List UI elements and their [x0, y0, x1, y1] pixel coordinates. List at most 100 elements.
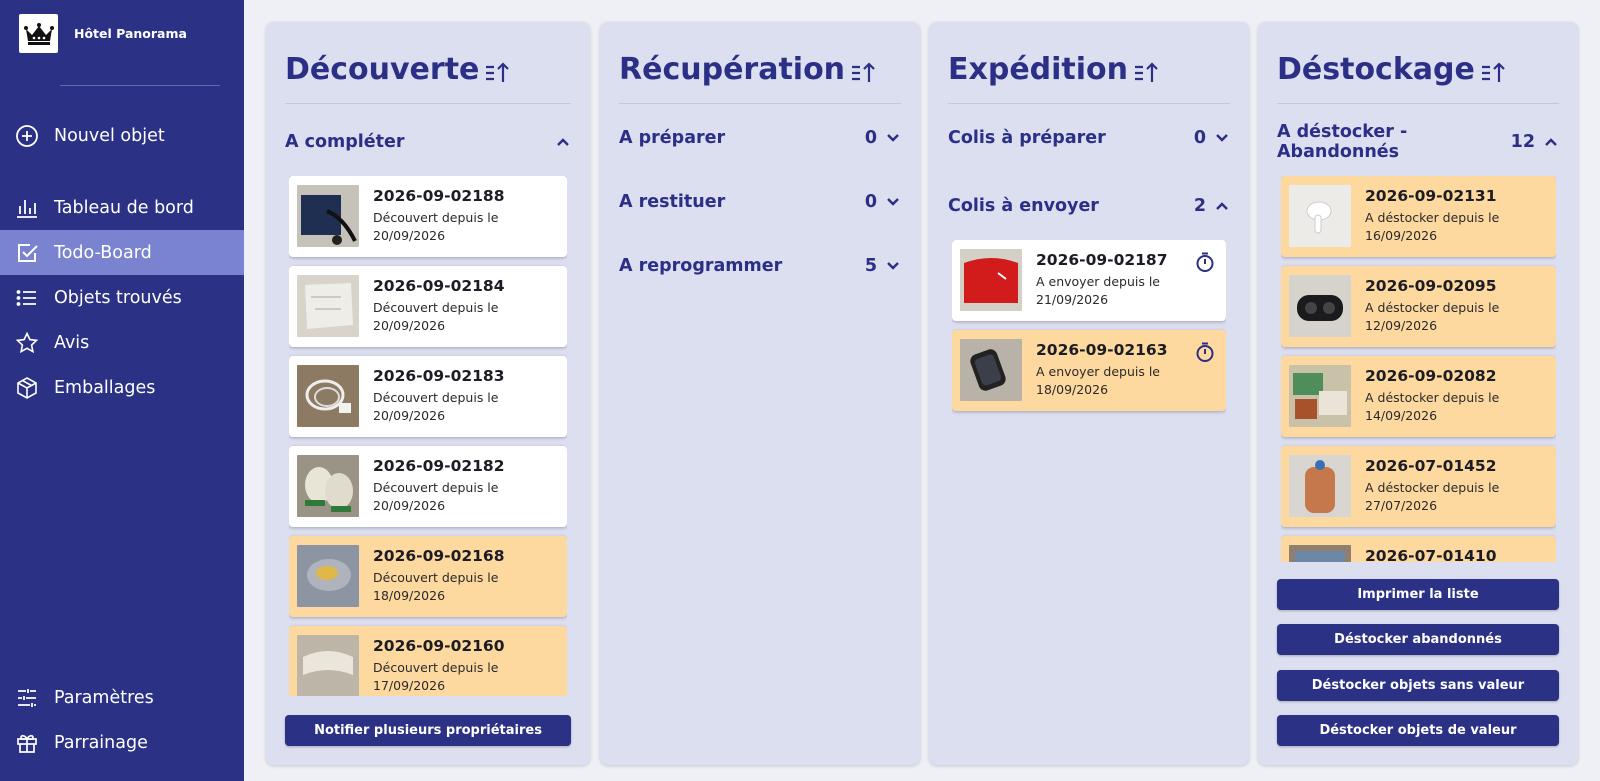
column-expedition: Expédition Colis à préparer 0 Colis à en… — [929, 22, 1249, 765]
object-date: 18/09/2026 — [1036, 382, 1109, 397]
object-card[interactable]: 2026-09-02095 A déstocker depuis le 12/09/… — [1281, 266, 1556, 347]
sidebar-item-new-object[interactable]: Nouvel objet — [0, 113, 244, 158]
sidebar-item-reviews[interactable]: Avis — [0, 320, 244, 365]
object-card[interactable]: 2026-09-02183 Découvert depuis le 20/09/20… — [289, 356, 567, 437]
sidebar-item-label: Tableau de bord — [54, 197, 194, 218]
column-recuperation: Récupération A préparer 0 A restituer 0 … — [600, 22, 920, 765]
object-id: 2026-09-02188 — [373, 187, 505, 205]
object-photo — [297, 545, 359, 607]
sort-icon[interactable] — [850, 60, 876, 86]
object-card[interactable]: 2026-09-02184 Découvert depuis le 20/09/20… — [289, 266, 567, 347]
object-date: 16/09/2026 — [1365, 228, 1438, 243]
section-a-restituer[interactable]: A restituer 0 — [619, 190, 901, 214]
object-date: 17/09/2026 — [373, 678, 446, 693]
card-list: 2026-09-02131 A déstocker depuis le 16/09/… — [1281, 176, 1556, 562]
object-date: 21/09/2026 — [1036, 292, 1109, 307]
section-a-preparer[interactable]: A préparer 0 — [619, 126, 901, 150]
column-title: Récupération — [619, 52, 846, 87]
chevron-down-icon[interactable] — [885, 194, 901, 210]
crown-icon — [19, 14, 58, 53]
stopwatch-icon — [1196, 252, 1214, 272]
object-photo — [1289, 365, 1351, 427]
notify-owners-button[interactable]: Notifier plusieurs propriétaires — [285, 715, 571, 746]
sort-icon[interactable] — [1133, 60, 1159, 86]
section-label: A restituer — [619, 192, 726, 212]
sidebar-divider — [60, 85, 220, 86]
section-count: 0 — [864, 128, 877, 148]
sort-icon[interactable] — [1480, 60, 1506, 86]
column-header: Déstockage — [1277, 50, 1559, 104]
sidebar-item-label: Todo-Board — [54, 242, 152, 263]
sidebar-item-dashboard[interactable]: Tableau de bord — [0, 185, 244, 230]
object-status-text: Découvert depuis le — [373, 660, 499, 675]
section-label: A compléter — [285, 132, 405, 152]
object-photo — [1289, 275, 1351, 337]
object-card[interactable]: 2026-09-02160 Découvert depuis le 17/09/20… — [289, 626, 567, 696]
object-card[interactable]: 2026-09-02163 A envoyer depuis le 18/09/20… — [952, 330, 1226, 411]
sort-icon[interactable] — [484, 60, 510, 86]
object-id: 2026-09-02082 — [1365, 367, 1497, 385]
brand[interactable]: Hôtel Panorama — [19, 14, 187, 53]
star-icon — [15, 331, 39, 353]
object-status-text: Découvert depuis le — [373, 480, 499, 495]
object-photo — [1289, 185, 1351, 247]
gift-icon — [17, 734, 37, 753]
object-card[interactable]: 2026-07-01452 A déstocker depuis le 27/07/… — [1281, 446, 1556, 527]
sidebar-item-referral[interactable]: Parrainage — [0, 720, 244, 765]
object-id: 2026-09-02168 — [373, 547, 505, 565]
chevron-down-icon[interactable] — [1214, 130, 1230, 146]
section-label: A préparer — [619, 128, 726, 148]
destock-valuable-button[interactable]: Déstocker objets de valeur — [1277, 715, 1559, 746]
object-photo — [297, 185, 359, 247]
section-count: 0 — [864, 192, 877, 212]
sidebar-item-packaging[interactable]: Emballages — [0, 365, 244, 410]
object-id: 2026-09-02095 — [1365, 277, 1497, 295]
object-date: 20/09/2026 — [373, 318, 446, 333]
object-card[interactable]: 2026-09-02131 A déstocker depuis le 16/09/… — [1281, 176, 1556, 257]
column-title: Découverte — [285, 52, 480, 87]
chevron-up-icon[interactable] — [555, 134, 571, 150]
section-a-completer[interactable]: A compléter — [285, 130, 571, 154]
sidebar: Hôtel Panorama Nouvel objet Tableau de b… — [0, 0, 244, 781]
object-status-text: A déstocker depuis le — [1365, 390, 1500, 405]
chevron-up-icon[interactable] — [1543, 134, 1559, 150]
object-card[interactable]: 2026-09-02187 A envoyer depuis le 21/09/20… — [952, 240, 1226, 321]
chevron-up-icon[interactable] — [1214, 198, 1230, 214]
section-label: A reprogrammer — [619, 256, 783, 276]
object-card[interactable]: 2026-09-02188 Découvert depuis le 20/09/20… — [289, 176, 567, 257]
object-id: 2026-07-01452 — [1365, 457, 1497, 475]
object-id: 2026-09-02183 — [373, 367, 505, 385]
object-date: 20/09/2026 — [373, 228, 446, 243]
card-list: 2026-09-02187 A envoyer depuis le 21/09/20… — [952, 240, 1226, 430]
section-colis-a-preparer[interactable]: Colis à préparer 0 — [948, 126, 1230, 150]
chevron-down-icon[interactable] — [885, 258, 901, 274]
section-count: 2 — [1193, 196, 1206, 216]
object-card[interactable]: 2026-07-01410 — [1281, 536, 1556, 562]
sidebar-item-settings[interactable]: Paramètres — [0, 675, 244, 720]
print-list-button[interactable]: Imprimer la liste — [1277, 579, 1559, 610]
bar-chart-icon — [17, 199, 37, 218]
object-card[interactable]: 2026-09-02082 A déstocker depuis le 14/09/… — [1281, 356, 1556, 437]
object-status-text: A envoyer depuis le — [1036, 364, 1160, 379]
object-card[interactable]: 2026-09-02182 Découvert depuis le 20/09/20… — [289, 446, 567, 527]
object-status-text: A envoyer depuis le — [1036, 274, 1160, 289]
sidebar-item-todo-board[interactable]: Todo-Board — [0, 230, 244, 275]
sidebar-item-label: Avis — [54, 332, 90, 353]
box-icon — [17, 376, 37, 399]
object-date: 12/09/2026 — [1365, 318, 1438, 333]
column-header: Récupération — [619, 50, 901, 104]
sidebar-item-label: Nouvel objet — [54, 125, 165, 146]
object-id: 2026-09-02163 — [1036, 341, 1168, 359]
destock-abandoned-button[interactable]: Déstocker abandonnés — [1277, 624, 1559, 655]
section-a-reprogrammer[interactable]: A reprogrammer 5 — [619, 254, 901, 278]
column-title: Expédition — [948, 52, 1129, 87]
sidebar-item-found-objects[interactable]: Objets trouvés — [0, 275, 244, 320]
object-card[interactable]: 2026-09-02168 Découvert depuis le 18/09/20… — [289, 536, 567, 617]
chevron-down-icon[interactable] — [885, 130, 901, 146]
section-label: A déstocker - Abandonnés — [1277, 122, 1408, 162]
object-id: 2026-09-02184 — [373, 277, 505, 295]
destock-no-value-button[interactable]: Déstocker objets sans valeur — [1277, 670, 1559, 701]
section-a-destocker[interactable]: A déstocker - Abandonnés 12 — [1277, 122, 1559, 162]
sidebar-item-label: Paramètres — [54, 687, 154, 708]
section-colis-a-envoyer[interactable]: Colis à envoyer 2 — [948, 194, 1230, 218]
